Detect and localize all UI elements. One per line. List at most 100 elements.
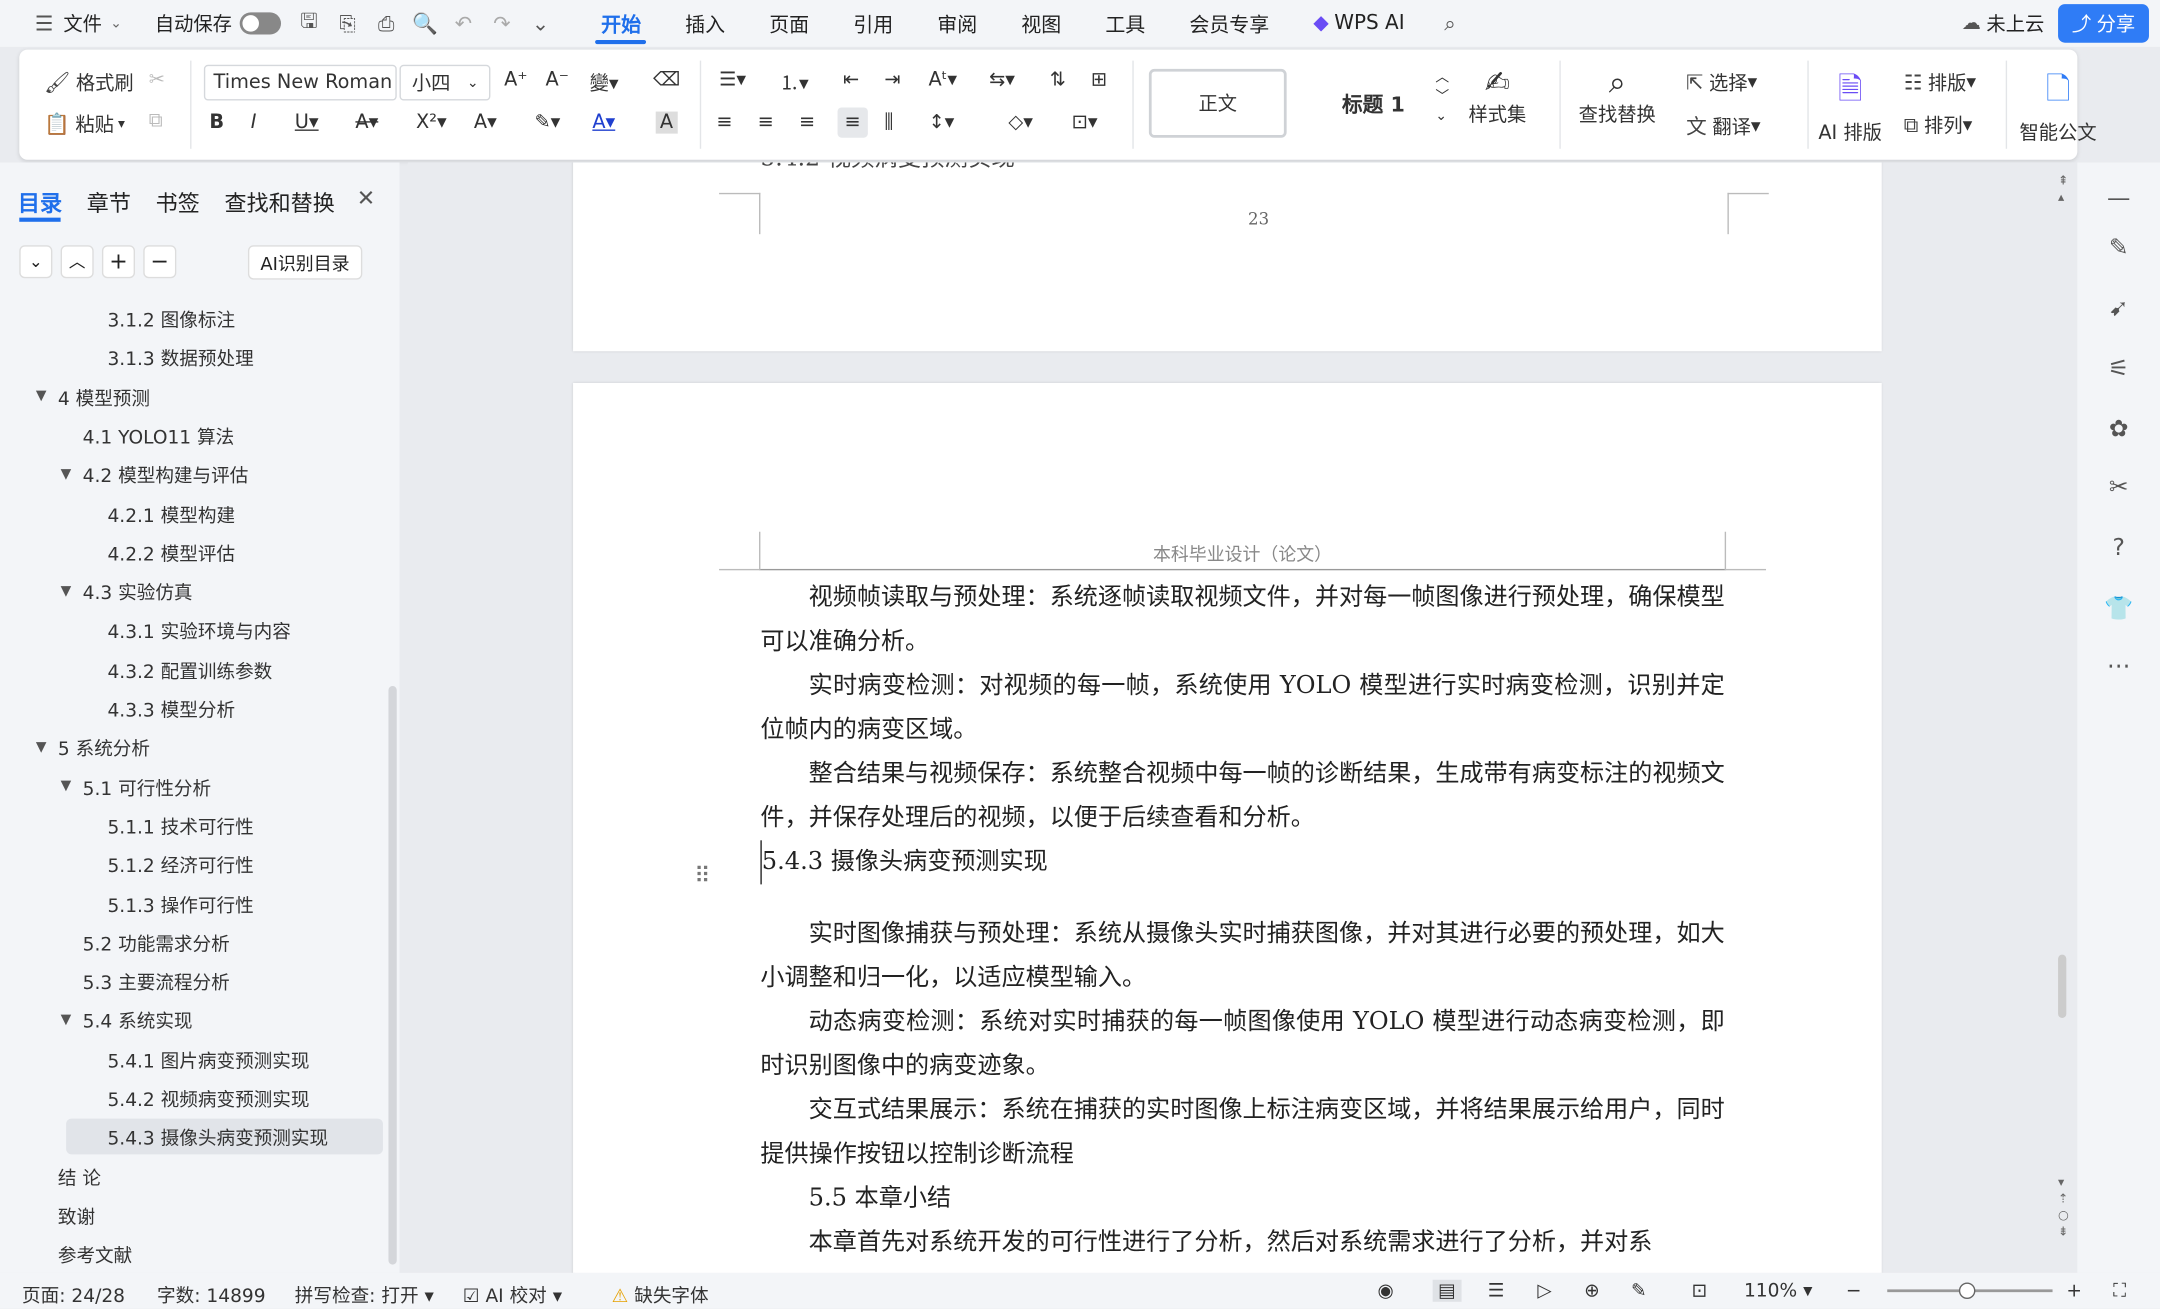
search-icon[interactable]: ⌕ [1435,8,1465,38]
styles-set-button[interactable]: ✍ 样式集 [1468,66,1526,128]
paragraph[interactable]: 本章首先对系统开发的可行性进行了分析，然后对系统需求进行了分析，并对系 [760,1221,1724,1265]
text-effect-icon[interactable]: A▾ [474,112,497,134]
tab-chapters[interactable]: 章节 [74,185,143,218]
text-direction-icon[interactable]: Aᵗ▾ [928,69,957,91]
expand-triangle-icon[interactable]: ▼ [61,778,83,793]
highlight-icon[interactable]: ✎▾ [534,112,560,134]
toc-item[interactable]: 3.1.2 图像标注 [85,300,235,336]
toc-item[interactable]: 5.1.2 经济可行性 [85,846,253,882]
toc-item[interactable]: 5.1.1 技术可行性 [85,807,253,843]
bullet-list-icon[interactable]: ☰▾ [719,69,746,91]
clear-format-icon[interactable]: ⌫ [653,69,680,91]
cloud-status[interactable]: ☁ 未上云 [1953,0,2052,47]
numbered-list-icon[interactable]: ⒈▾ [780,69,809,97]
translate-button[interactable]: 文翻译 ▾ [1686,112,1760,141]
tab-wps-ai[interactable]: ◆ WPS AI [1291,0,1426,47]
drag-handle-icon[interactable]: ⠿ [694,862,710,888]
tab-home[interactable]: 开始 [579,0,663,47]
export-icon[interactable]: ⎘ [333,8,363,38]
section-heading[interactable]: 5.4.3 摄像头病变预测实现 [760,840,1724,885]
tab-toc[interactable]: 目录 [6,185,75,218]
toc-item[interactable]: 3.1.3 数据预处理 [85,339,253,375]
expand-triangle-icon[interactable]: ▼ [61,467,83,482]
tab-insert[interactable]: 插入 [663,0,747,47]
tab-page[interactable]: 页面 [747,0,831,47]
web-view-icon[interactable]: ⊕ [1584,1280,1600,1302]
pointer-icon[interactable]: ➹ [2104,295,2134,325]
missing-font[interactable]: ⚠ 缺失字体 [612,1280,709,1307]
paragraph[interactable]: 实时病变检测：对视频的每一帧，系统使用 YOLO 模型进行实时病变检测，识别并定… [760,664,1724,752]
align-right-icon[interactable]: ≡ [799,112,815,134]
expand-triangle-icon[interactable]: ▼ [61,584,83,599]
undo-icon[interactable]: ↶ [448,8,478,38]
toc-item[interactable]: 4.2.1 模型构建 [85,495,235,531]
tab-references[interactable]: 引用 [831,0,915,47]
adjust-icon[interactable]: ⚟ [2104,355,2134,385]
tab-view[interactable]: 视图 [999,0,1083,47]
scroll-down-icon[interactable]: ▾ ⇡ ○ ⇟ [2058,1175,2069,1241]
convert-icon[interactable]: ⇆▾ [989,69,1015,91]
shirt-icon[interactable]: 👕 [2104,595,2134,625]
minimize-icon[interactable]: — [2104,185,2134,215]
zoom-slider[interactable] [1887,1282,2053,1300]
autosave-toggle[interactable]: 自动保存 [147,0,290,47]
copy-icon[interactable]: ⧉ [149,110,163,132]
document-body[interactable]: 视频帧读取与预处理：系统逐帧读取视频文件，并对每一帧图像进行预处理，确保模型可以… [760,576,1725,1265]
toc-item[interactable]: 参考文献 [36,1236,132,1272]
select-button[interactable]: ⇱ 选择 ▾ [1686,69,1757,97]
fit-icon[interactable]: ⊡ [1692,1280,1708,1302]
show-marks-icon[interactable]: ⊞ [1091,69,1107,91]
superscript-icon[interactable]: X²▾ [416,112,447,134]
redo-icon[interactable]: ↷ [487,8,517,38]
toc-item[interactable]: ▼ 4 模型预测 [36,378,150,414]
cut-icon[interactable]: ✂ [149,69,165,91]
collapse-icon[interactable]: ︿ [60,245,94,279]
distribute-icon[interactable]: ⫼ [884,112,893,134]
paragraph[interactable]: 视频帧读取与预处理：系统逐帧读取视频文件，并对每一帧图像进行预处理，确保模型可以… [760,576,1724,664]
char-shading-icon[interactable]: A [655,111,678,134]
toc-item[interactable]: ▼ 4.2 模型构建与评估 [61,456,249,492]
find-replace-button[interactable]: ⌕ 查找替换 [1579,66,1656,128]
shrink-font-icon[interactable]: A⁻ [546,69,569,91]
borders-icon[interactable]: ⊡▾ [1072,112,1098,134]
tab-review[interactable]: 审阅 [915,0,999,47]
zoom-slider-thumb[interactable] [1958,1282,1976,1300]
eye-icon[interactable]: ◉ [1378,1280,1394,1302]
toc-item[interactable]: 4.3.1 实验环境与内容 [85,612,290,648]
ai-layout-button[interactable]: 🗎 AI 排版 [1818,66,1882,146]
paragraph[interactable]: 实时图像捕获与预处理：系统从摄像头实时捕获图像，并对其进行必要的预处理，如大小调… [760,912,1724,1000]
tab-bookmarks[interactable]: 书签 [143,185,212,218]
arrange-button[interactable]: ⧉ 排列 ▾ [1904,112,1973,140]
toc-item[interactable]: ▼ 5.4 系统实现 [61,1002,193,1038]
toc-item[interactable]: 结 论 [36,1158,101,1194]
expand-triangle-icon[interactable]: ▼ [36,389,58,404]
toc-item[interactable]: ▼ 5.1 可行性分析 [61,768,212,804]
more-icon[interactable]: ⋯ [2104,653,2134,683]
italic-icon[interactable]: I [251,112,257,134]
toc-item[interactable]: 5.4.2 视频病变预测实现 [85,1080,309,1116]
toc-item[interactable]: ▼ 5 系统分析 [36,729,150,765]
zoom-level[interactable]: 110% ▾ [1744,1280,1812,1302]
toc-item[interactable]: 4.1 YOLO11 算法 [61,417,235,453]
section-title[interactable]: 5.5 本章小结 [760,1176,1724,1220]
grow-font-icon[interactable]: A⁺ [504,69,527,91]
toc-item[interactable]: 4.3.2 配置训练参数 [85,651,272,687]
ai-toc-button[interactable]: AI识别目录 [247,245,362,280]
file-menu[interactable]: ☰ 文件 ⌄ [0,0,130,47]
styles-scroll[interactable]: ︿ ﹀ ⌄ [1435,69,1449,127]
toc-item[interactable]: 5.1.3 操作可行性 [85,885,253,921]
increase-indent-icon[interactable]: ⇥ [884,69,900,91]
toc-item[interactable]: 5.2 功能需求分析 [61,924,230,960]
page-indicator[interactable]: 页面: 24/28 [22,1280,125,1307]
more-chevron-icon[interactable]: ⌄ [525,8,555,38]
tools-icon[interactable]: ✂ [2104,474,2134,504]
word-count[interactable]: 字数: 14899 [157,1280,266,1307]
paragraph[interactable]: 交互式结果展示：系统在捕获的实时图像上标注病变区域，并将结果展示给用户，同时提供… [760,1088,1724,1176]
edit-icon[interactable]: ✎ [1631,1280,1647,1302]
page-current[interactable]: 本科毕业设计（论文） 视频帧读取与预处理：系统逐帧读取视频文件，并对每一帧图像进… [573,382,1882,1273]
zoom-in-icon[interactable]: + [2066,1280,2082,1302]
expand-icon[interactable]: ⌄ [19,245,53,279]
sort-icon[interactable]: ⇅ [1050,69,1066,91]
save-icon[interactable]: 🖫 [294,8,324,38]
toc-item[interactable]: 4.3.3 模型分析 [85,690,235,726]
